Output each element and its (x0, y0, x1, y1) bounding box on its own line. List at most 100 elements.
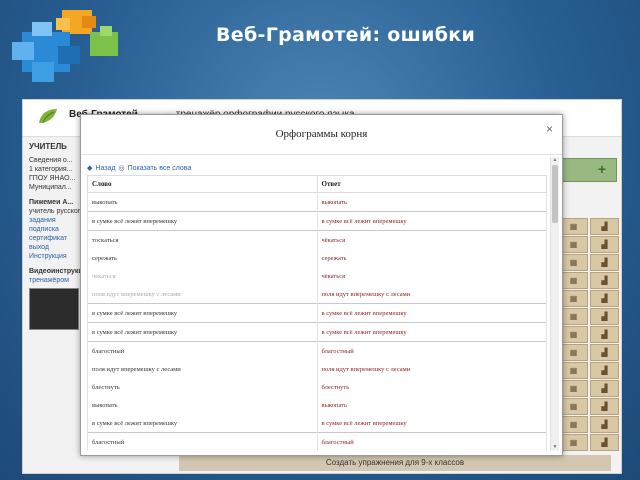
word-cell: в сумке всё лежит вперемешку (87, 414, 318, 433)
words-table-container[interactable]: Слово Ответ выкопать выкопать в сумке всё… (87, 175, 547, 455)
info-line: Муниципал... (29, 184, 72, 191)
nav-show-all-link[interactable]: Показать все слова (128, 165, 192, 172)
answer-cell: благостный (316, 432, 547, 451)
chart-icon[interactable]: ▟ (590, 326, 619, 343)
chart-icon[interactable]: ▟ (590, 236, 619, 253)
word-cell: в сумке всё лежит вперемешку (87, 322, 318, 342)
scrollbar-thumb[interactable] (552, 165, 558, 223)
word-cell: блестнуть (87, 378, 318, 396)
modal-title: Орфограммы корня (275, 128, 368, 140)
grid-icon[interactable]: ▦ (559, 416, 588, 433)
sidebar-link-tasks[interactable]: задания (29, 217, 81, 224)
word-cell: поля идут вперемешку с лесами (87, 360, 318, 378)
sidebar-link-exit[interactable]: выход (29, 244, 81, 251)
table-row: в сумке всё лежит вперемешку в сумке всё … (87, 322, 547, 342)
table-row: выкопать выкопать (87, 192, 547, 212)
grid-icon[interactable]: ▦ (559, 290, 588, 307)
modal-nav: ◆ Назад ◎ Показать все слова (87, 164, 194, 172)
section-note: учитель русского... (29, 208, 81, 215)
grid-icon[interactable]: ▦ (559, 254, 588, 271)
vertical-scrollbar[interactable]: ▲ ▼ (550, 157, 559, 451)
table-row: в сумке всё лежит вперемешку в сумке всё … (87, 303, 547, 323)
row-actions-column: ▦ ▟ ▦ ▟ ▦ ▟ ▦ ▟ ▦ ▟ ▦ ▟ ▦ ▟ ▦ ▟ ▦ ▟ ▦ ▟ ▦ ▟ ▦ ▟ ▦ ▟ (559, 218, 619, 452)
table-row: поля идут вперемешку с лесами поля идут в… (87, 360, 547, 378)
sidebar-link-subscription[interactable]: подписка (29, 226, 81, 233)
word-cell: выкопать (87, 192, 318, 212)
words-table: Слово Ответ выкопать выкопать в сумке всё… (87, 175, 547, 451)
video-section-heading: Видеоинструкция (29, 268, 81, 275)
nav-back-link[interactable]: Назад (95, 165, 115, 172)
back-arrow-icon[interactable]: ◆ (87, 165, 92, 172)
word-cell: сережать (87, 249, 318, 267)
chart-icon[interactable]: ▟ (590, 344, 619, 361)
answer-cell: в сумке всё лежит вперемешку (316, 414, 547, 433)
chart-icon[interactable]: ▟ (590, 272, 619, 289)
word-cell: выкопать (87, 396, 318, 414)
column-header-answer: Ответ (316, 175, 547, 193)
chart-icon[interactable]: ▟ (590, 218, 619, 235)
word-cell: поля идут вперемешку с лесами (87, 285, 318, 304)
info-line: Сведения о... (29, 157, 73, 164)
table-row: благостный благостный (87, 341, 547, 360)
video-thumbnail[interactable] (29, 288, 79, 330)
grid-icon[interactable]: ▦ (559, 398, 588, 415)
modal-divider (81, 154, 562, 155)
table-row: выкопать выкопать (87, 396, 547, 414)
info-line: ГПОУ ЯНАО... (29, 175, 76, 182)
modal-dialog: Орфограммы корня × ◆ Назад ◎ Показать все с… (80, 114, 563, 456)
chart-icon[interactable]: ▟ (590, 362, 619, 379)
chart-icon[interactable]: ▟ (590, 254, 619, 271)
add-button[interactable]: + (589, 158, 615, 180)
word-cell: благостный (87, 341, 318, 360)
chart-icon[interactable]: ▟ (590, 308, 619, 325)
table-row: поля идут вперемешку с лесами поля идут в… (87, 285, 547, 304)
answer-cell: чёкаться (316, 267, 547, 285)
grid-icon[interactable]: ▦ (559, 434, 588, 451)
slide-title: Веб-Грамотей: ошибки (216, 24, 476, 46)
grid-icon[interactable]: ▦ (559, 326, 588, 343)
word-cell: в сумке всё лежит вперемешку (87, 303, 318, 323)
scroll-down-arrow-icon[interactable]: ▼ (551, 444, 559, 451)
eye-icon[interactable]: ◎ (118, 165, 124, 172)
table-row: сережать сережать (87, 249, 547, 267)
chart-icon[interactable]: ▟ (590, 416, 619, 433)
chart-icon[interactable]: ▟ (590, 398, 619, 415)
grid-icon[interactable]: ▦ (559, 308, 588, 325)
word-cell: тоскаться (87, 230, 318, 249)
grid-icon[interactable]: ▦ (559, 272, 588, 289)
answer-cell: чёкаться (316, 230, 547, 249)
scroll-up-arrow-icon[interactable]: ▲ (551, 157, 559, 164)
grid-icon[interactable]: ▦ (559, 380, 588, 397)
word-cell: в сумке всё лежит вперемешку (87, 211, 318, 231)
column-header-word: Слово (87, 175, 318, 193)
answer-cell: выкопать (316, 396, 547, 414)
word-cell: чекаться (87, 267, 318, 285)
grid-icon[interactable]: ▦ (559, 362, 588, 379)
left-sidebar: УЧИТЕЛЬ Сведения о... 1 категория... ГПО… (29, 142, 81, 330)
leaf-logo-icon (39, 109, 57, 124)
create-exercises-link[interactable]: Создать упражнения для 9-х классов (179, 455, 611, 471)
teacher-label: УЧИТЕЛЬ (29, 142, 67, 151)
chart-icon[interactable]: ▟ (590, 380, 619, 397)
answer-cell: выкопать (316, 192, 547, 212)
decorative-cubes-logo (12, 10, 118, 82)
answer-cell: сережать (316, 249, 547, 267)
chart-icon[interactable]: ▟ (590, 290, 619, 307)
close-icon[interactable]: × (546, 122, 553, 136)
grid-icon[interactable]: ▦ (559, 236, 588, 253)
answer-cell: поля идут вперемешку с лесами (316, 285, 547, 304)
sidebar-link-instruction[interactable]: Инструкция (29, 253, 81, 260)
table-row: благостный благостный (87, 432, 547, 451)
table-row: тоскаться чёкаться (87, 230, 547, 249)
answer-cell: в сумке всё лежит вперемешку (316, 322, 547, 342)
grid-icon[interactable]: ▦ (559, 344, 588, 361)
sidebar-link-certificate[interactable]: сертификат (29, 235, 81, 242)
answer-cell: в сумке всё лежит вперемешку (316, 303, 547, 323)
video-link[interactable]: тренажёром (29, 277, 81, 284)
table-row: чекаться чёкаться (87, 267, 547, 285)
word-cell: благостный (87, 432, 318, 451)
answer-cell: блестнуть (316, 378, 547, 396)
answer-cell: в сумке всё лежит вперемешку (316, 211, 547, 231)
chart-icon[interactable]: ▟ (590, 434, 619, 451)
grid-icon[interactable]: ▦ (559, 218, 588, 235)
